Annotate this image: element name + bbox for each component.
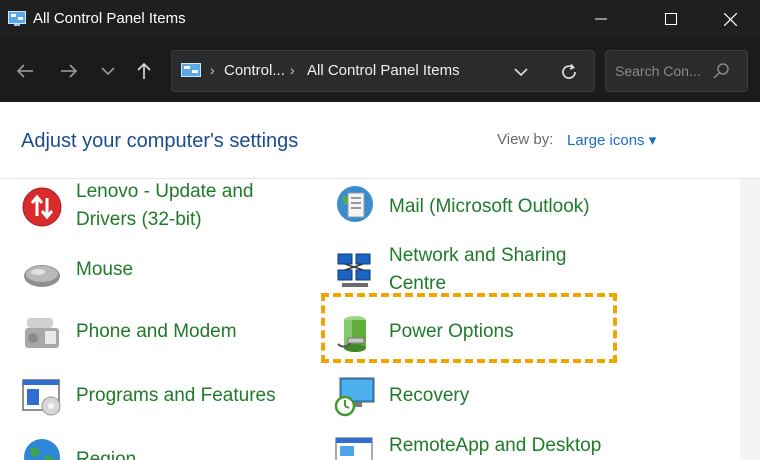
lenovo-update-icon <box>22 187 62 227</box>
item-label: Drivers (32-bit) <box>76 209 202 230</box>
item-remoteapp[interactable]: RemoteApp and Desktop <box>334 432 624 460</box>
minimize-button[interactable] <box>578 0 624 38</box>
breadcrumb-separator: › <box>290 62 295 78</box>
arrow-right-icon <box>61 64 78 78</box>
item-label: Recovery <box>389 385 470 406</box>
refresh-icon[interactable] <box>558 61 580 83</box>
item-label: Mail (Microsoft Outlook) <box>389 196 590 217</box>
control-panel-icon <box>8 11 26 26</box>
item-lenovo-update[interactable]: Lenovo - Update and Drivers (32-bit) <box>21 181 311 239</box>
item-label: Network and Sharing <box>389 245 567 266</box>
remoteapp-icon <box>335 437 373 460</box>
item-label: Phone and Modem <box>76 321 237 342</box>
arrow-left-icon <box>16 64 33 78</box>
control-panel-icon <box>181 63 201 77</box>
title-bar: All Control Panel Items <box>0 0 760 38</box>
item-label: Lenovo - Update and <box>76 181 254 202</box>
view-by-dropdown[interactable]: Large icons ▾ <box>567 131 656 149</box>
breadcrumb-separator: › <box>210 62 215 78</box>
item-label: Region <box>76 449 137 460</box>
up-button[interactable] <box>131 58 157 84</box>
forward-button[interactable] <box>56 58 82 84</box>
window-title: All Control Panel Items <box>33 10 186 27</box>
close-icon <box>723 12 737 26</box>
breadcrumb-all-items[interactable]: All Control Panel Items <box>307 62 460 79</box>
globe-icon <box>24 439 60 460</box>
maximize-icon <box>665 13 677 25</box>
arrow-up-icon <box>137 62 151 79</box>
breadcrumb-control-panel[interactable]: Control... <box>224 62 285 79</box>
highlight-box <box>321 293 617 363</box>
item-programs-and-features[interactable]: Programs and Features <box>21 376 311 416</box>
recovery-icon <box>334 377 375 417</box>
back-button[interactable] <box>12 58 38 84</box>
network-icon <box>337 253 371 287</box>
search-box[interactable]: Search Con... <box>605 50 748 92</box>
item-recovery[interactable]: Recovery <box>334 376 614 420</box>
item-network-and-sharing[interactable]: Network and Sharing Centre <box>334 242 634 298</box>
scrollbar[interactable] <box>740 179 760 460</box>
mail-icon <box>337 186 373 222</box>
chevron-down-icon[interactable] <box>512 63 530 81</box>
navigation-bar: › Control... › All Control Panel Items S… <box>0 38 760 102</box>
item-region[interactable]: Region <box>21 436 311 460</box>
programs-features-icon <box>22 379 61 416</box>
mouse-icon <box>24 265 60 287</box>
item-label: Mouse <box>76 259 134 280</box>
chevron-down-icon <box>101 67 115 76</box>
item-label: RemoteApp and Desktop <box>389 435 602 456</box>
view-by-label: View by: <box>497 131 554 148</box>
phone-icon <box>25 318 59 348</box>
address-bar[interactable]: › Control... › All Control Panel Items <box>171 50 595 92</box>
item-mail[interactable]: Mail (Microsoft Outlook) <box>334 183 634 227</box>
recent-locations-button[interactable] <box>95 58 121 84</box>
item-phone-and-modem[interactable]: Phone and Modem <box>21 312 311 352</box>
page-title: Adjust your computer's settings <box>21 130 299 152</box>
item-label: Programs and Features <box>76 385 276 406</box>
search-icon <box>713 63 729 79</box>
maximize-button[interactable] <box>648 0 694 38</box>
close-button[interactable] <box>707 0 753 38</box>
minimize-icon <box>595 18 607 20</box>
item-mouse[interactable]: Mouse <box>21 255 311 295</box>
search-placeholder: Search Con... <box>615 63 701 79</box>
